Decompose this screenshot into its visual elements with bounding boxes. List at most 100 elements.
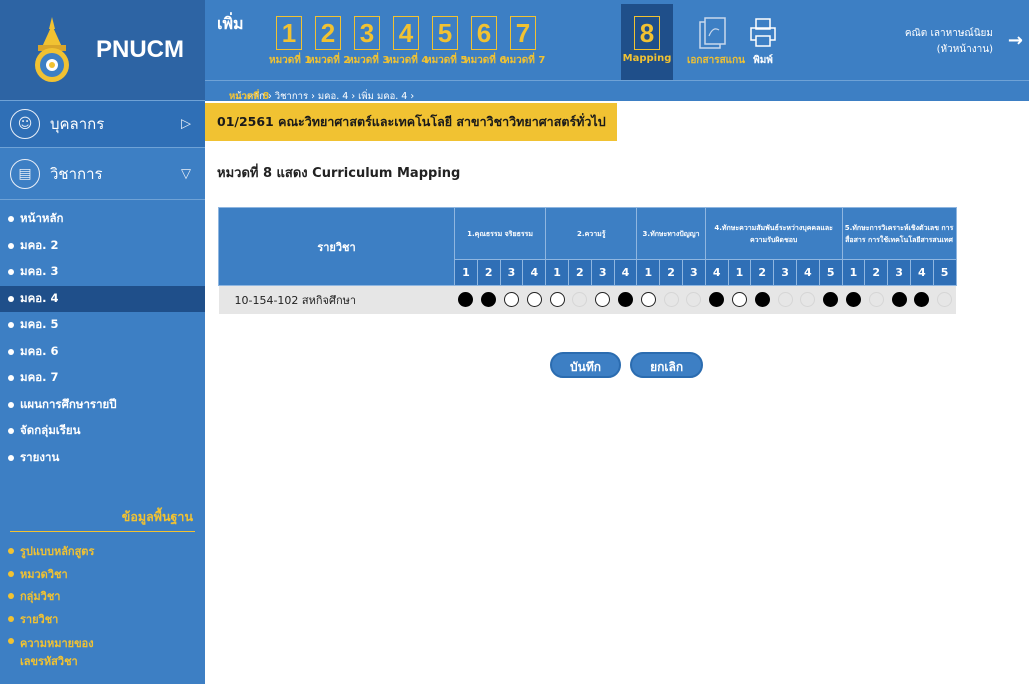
- sidebar-menu-item[interactable]: รายงาน: [0, 445, 205, 472]
- sidebar-section-personnel[interactable]: ☺ บุคลากร ▷: [0, 101, 205, 148]
- tab-label: หมวดที่ 1: [269, 55, 312, 66]
- mapping-cell[interactable]: [933, 285, 957, 314]
- tab-label: พิมพ์: [753, 55, 773, 66]
- tab-label: หมวดที่ 7: [503, 55, 546, 66]
- sidebar-menu-item[interactable]: มคอ. 2: [0, 233, 205, 260]
- basic-menu-item[interactable]: ความหมายของ เลขรหัสวิชา: [0, 630, 205, 668]
- sidebar-section-academic[interactable]: ▤ วิชาการ ▽: [0, 148, 205, 200]
- basic-menu-item[interactable]: กลุ่มวิชา: [0, 585, 205, 608]
- tab-section-2[interactable]: 2 หมวดที่ 2: [308, 4, 350, 80]
- faint-circle-icon: [663, 292, 679, 308]
- sub-column-header: 2: [567, 259, 592, 286]
- tab-section-5[interactable]: 5 หมวดที่ 5: [425, 4, 468, 80]
- sidebar-section-label: วิชาการ: [50, 164, 103, 183]
- tab-number: 1: [276, 16, 302, 50]
- mapping-cell[interactable]: [477, 285, 501, 314]
- action-buttons: บันทึก ยกเลิก: [550, 352, 707, 378]
- sidebar-menu-item[interactable]: มคอ. 5: [0, 312, 205, 339]
- basic-data-title: ข้อมูลพื้นฐาน: [121, 509, 193, 524]
- sidebar-menu-item[interactable]: แผนการศึกษารายปี: [0, 392, 205, 419]
- tab-section-8[interactable]: 8 Mapping: [621, 4, 673, 80]
- bullet-icon: [8, 295, 14, 302]
- mapping-cell[interactable]: [659, 285, 683, 314]
- empty-circle-icon: [640, 292, 656, 308]
- sub-column-header: 3: [887, 259, 911, 286]
- empty-circle-icon: [595, 292, 611, 308]
- tab-section-1[interactable]: 1 หมวดที่ 1: [269, 4, 312, 80]
- sub-column-header: 1: [454, 259, 478, 286]
- mapping-cell[interactable]: [910, 285, 934, 314]
- sub-column-header: 2: [476, 259, 501, 286]
- mapping-cell[interactable]: [636, 285, 660, 314]
- user-info[interactable]: คณิต เลาหาษณ์นิยม (หัวหน้างาน): [905, 26, 993, 58]
- mapping-cell[interactable]: [500, 285, 523, 314]
- sidebar-menu-item[interactable]: จัดกลุ่มเรียน: [0, 418, 205, 445]
- filled-circle-icon: [617, 292, 633, 308]
- faint-circle-icon: [868, 292, 884, 308]
- group-header: 3.ทักษะทางปัญญา: [636, 207, 706, 260]
- sidebar-menu-item[interactable]: มคอ. 6: [0, 339, 205, 366]
- filled-circle-icon: [823, 292, 839, 308]
- sub-column-header: 3: [590, 259, 615, 286]
- mapping-cell[interactable]: [614, 285, 637, 314]
- basic-menu-item[interactable]: รูปแบบหลักสูตร: [0, 540, 205, 563]
- bullet-icon: [8, 615, 14, 622]
- mapping-cell[interactable]: [842, 285, 865, 314]
- mapping-cell[interactable]: [819, 285, 843, 314]
- add-label: เพิ่ม: [217, 14, 244, 33]
- bullet-icon: [8, 348, 14, 355]
- mapping-cell[interactable]: [864, 285, 888, 314]
- logout-arrow-icon[interactable]: →: [1008, 30, 1023, 51]
- cancel-button[interactable]: ยกเลิก: [630, 352, 704, 378]
- faint-circle-icon: [572, 292, 588, 308]
- tab-scanned-documents[interactable]: เอกสารสแกน: [687, 4, 745, 80]
- document-icon: ▤: [10, 158, 40, 189]
- sidebar-menu-item[interactable]: หน้าหลัก: [0, 206, 205, 233]
- mapping-cell[interactable]: [568, 285, 592, 314]
- sub-column-header: 3: [499, 259, 524, 286]
- mapping-cell[interactable]: [682, 285, 706, 314]
- mapping-cell[interactable]: [887, 285, 911, 314]
- empty-circle-icon: [526, 292, 542, 308]
- sidebar-menu-item[interactable]: มคอ. 4: [0, 285, 205, 312]
- filled-circle-icon: [914, 292, 930, 308]
- basic-menu-item[interactable]: รายวิชา: [0, 608, 205, 631]
- sub-column-header: 1: [727, 259, 752, 286]
- sub-column-header: 5: [818, 259, 843, 286]
- logo[interactable]: PNUCM: [0, 0, 205, 101]
- tab-section-6[interactable]: 6 หมวดที่ 6: [464, 4, 507, 80]
- tab-label: หมวดที่ 6: [464, 55, 507, 66]
- mapping-cell[interactable]: [796, 285, 820, 314]
- mapping-cell[interactable]: [750, 285, 774, 314]
- bullet-icon: [8, 548, 14, 555]
- mapping-cell[interactable]: [545, 285, 569, 314]
- sidebar-menu-item[interactable]: มคอ. 7: [0, 365, 205, 392]
- user-icon: ☺: [10, 109, 40, 139]
- bullet-icon: [8, 322, 14, 329]
- printer-icon: [748, 16, 778, 50]
- mapping-cell[interactable]: [705, 285, 729, 314]
- tab-section-7[interactable]: 7 หมวดที่ 7: [503, 4, 546, 80]
- tab-section-3[interactable]: 3 หมวดที่ 3: [347, 4, 389, 80]
- mapping-cell[interactable]: [454, 285, 478, 314]
- mapping-cell[interactable]: [522, 285, 546, 314]
- mapping-cell[interactable]: [591, 285, 615, 314]
- chevron-right-icon: ▷: [181, 116, 191, 132]
- mapping-cell[interactable]: [728, 285, 751, 314]
- user-role: (หัวหน้างาน): [936, 44, 993, 55]
- save-button[interactable]: บันทึก: [550, 352, 621, 378]
- tab-number: 4: [393, 16, 419, 50]
- bullet-icon: [8, 428, 14, 435]
- basic-menu-item[interactable]: หมวดวิชา: [0, 563, 205, 586]
- empty-circle-icon: [731, 292, 747, 308]
- tab-label: หมวดที่ 5: [425, 55, 468, 66]
- tab-label: หมวดที่ 4: [386, 55, 429, 66]
- mapping-cell[interactable]: [773, 285, 797, 314]
- menu-item-label: มคอ. 4: [20, 290, 59, 305]
- course-name: 10-154-102 สหกิจศึกษา: [218, 285, 455, 314]
- tab-number: 3: [354, 16, 380, 50]
- tab-print[interactable]: พิมพ์: [741, 4, 785, 80]
- sidebar-menu-item[interactable]: มคอ. 3: [0, 259, 205, 286]
- tab-section-4[interactable]: 4 หมวดที่ 4: [386, 4, 429, 80]
- group-header: 5.ทักษะการวิเคราะห์เชิงตัวเลข การสื่อสาร…: [841, 207, 957, 260]
